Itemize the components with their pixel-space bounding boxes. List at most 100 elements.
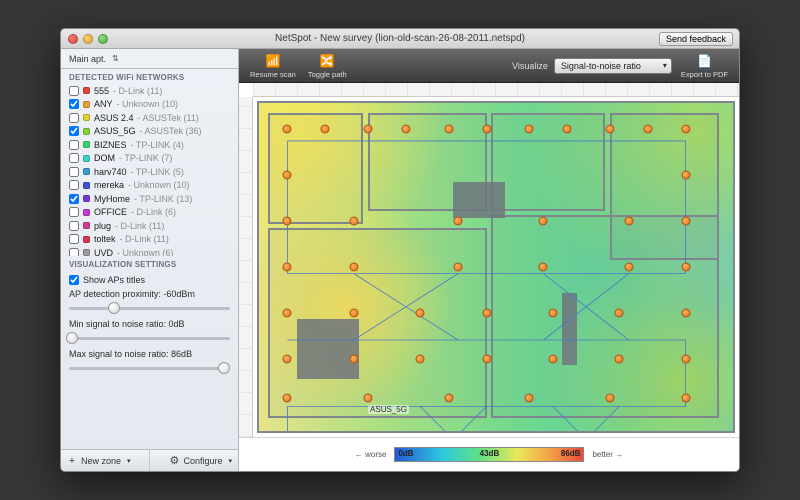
- survey-point[interactable]: [283, 354, 292, 363]
- survey-point[interactable]: [283, 125, 292, 134]
- network-ssid: UVD: [94, 247, 113, 257]
- network-vendor: - Unknown (10): [128, 179, 190, 192]
- survey-point[interactable]: [539, 217, 548, 226]
- survey-point[interactable]: [681, 354, 690, 363]
- survey-point[interactable]: [539, 263, 548, 272]
- survey-point[interactable]: [482, 354, 491, 363]
- visualize-select[interactable]: Signal-to-noise ratio: [554, 58, 672, 74]
- survey-point[interactable]: [283, 263, 292, 272]
- toggle-path-button[interactable]: 🔀 Toggle path: [305, 52, 350, 80]
- network-row[interactable]: 555 - D-Link (11): [61, 84, 238, 98]
- send-feedback-button[interactable]: Send feedback: [659, 32, 733, 46]
- survey-point[interactable]: [283, 394, 292, 403]
- survey-point[interactable]: [681, 394, 690, 403]
- max-snr-label: Max signal to noise ratio: 86dB: [69, 349, 230, 359]
- survey-point[interactable]: [624, 217, 633, 226]
- max-snr-slider[interactable]: [69, 361, 230, 375]
- survey-point[interactable]: [283, 308, 292, 317]
- show-aps-checkbox[interactable]: [69, 275, 79, 285]
- survey-point[interactable]: [454, 217, 463, 226]
- survey-point[interactable]: [624, 263, 633, 272]
- survey-point[interactable]: [349, 308, 358, 317]
- survey-point[interactable]: [283, 217, 292, 226]
- network-checkbox[interactable]: [69, 153, 79, 163]
- survey-point[interactable]: [349, 217, 358, 226]
- minimize-icon[interactable]: [83, 34, 93, 44]
- network-row[interactable]: ANY - Unknown (10): [61, 98, 238, 112]
- zoom-icon[interactable]: [98, 34, 108, 44]
- export-pdf-button[interactable]: 📄 Export to PDF: [678, 52, 731, 80]
- zone-selector[interactable]: Main apt. ⇅: [61, 49, 238, 69]
- network-row[interactable]: MyHome - TP-LINK (13): [61, 192, 238, 206]
- survey-point[interactable]: [349, 354, 358, 363]
- close-icon[interactable]: [68, 34, 78, 44]
- survey-point[interactable]: [548, 308, 557, 317]
- survey-point[interactable]: [548, 354, 557, 363]
- network-checkbox[interactable]: [69, 86, 79, 96]
- survey-point[interactable]: [525, 125, 534, 134]
- survey-point[interactable]: [349, 263, 358, 272]
- resume-scan-button[interactable]: 📶 Resume scan: [247, 52, 299, 80]
- proximity-label: AP detection proximity: -60dBm: [69, 289, 230, 299]
- survey-point[interactable]: [444, 125, 453, 134]
- survey-point[interactable]: [643, 125, 652, 134]
- survey-point[interactable]: [416, 354, 425, 363]
- network-checkbox[interactable]: [69, 99, 79, 109]
- survey-point[interactable]: [416, 308, 425, 317]
- network-color-swatch: [83, 168, 90, 175]
- survey-point[interactable]: [681, 171, 690, 180]
- network-color-swatch: [83, 155, 90, 162]
- network-checkbox[interactable]: [69, 207, 79, 217]
- survey-point[interactable]: [364, 394, 373, 403]
- survey-point[interactable]: [525, 394, 534, 403]
- main-panel: 📶 Resume scan 🔀 Toggle path Visualize Si…: [239, 49, 739, 471]
- survey-point[interactable]: [482, 125, 491, 134]
- network-checkbox[interactable]: [69, 113, 79, 123]
- network-checkbox[interactable]: [69, 140, 79, 150]
- proximity-slider[interactable]: [69, 301, 230, 315]
- network-row[interactable]: UVD - Unknown (6): [61, 246, 238, 256]
- heatmap-legend: ← worse 0dB 43dB 86dB better →: [239, 437, 739, 471]
- new-zone-button[interactable]: + New zone ▾: [61, 450, 150, 471]
- network-row[interactable]: toltek - D-Link (11): [61, 233, 238, 247]
- network-checkbox[interactable]: [69, 167, 79, 177]
- network-row[interactable]: ASUS 2.4 - ASUSTek (11): [61, 111, 238, 125]
- survey-point[interactable]: [401, 125, 410, 134]
- survey-point[interactable]: [444, 394, 453, 403]
- floorplan-canvas[interactable]: ASUS_5G: [253, 97, 739, 437]
- survey-point[interactable]: [454, 263, 463, 272]
- network-row[interactable]: BIZNES - TP-LINK (4): [61, 138, 238, 152]
- survey-point[interactable]: [681, 125, 690, 134]
- survey-point[interactable]: [681, 217, 690, 226]
- network-row[interactable]: harv740 - TP-LINK (5): [61, 165, 238, 179]
- network-row[interactable]: DOM - TP-LINK (7): [61, 152, 238, 166]
- network-checkbox[interactable]: [69, 221, 79, 231]
- visualization-settings: Show APs titles AP detection proximity: …: [61, 271, 238, 379]
- survey-point[interactable]: [615, 354, 624, 363]
- configure-button[interactable]: ⚙ Configure ▾: [150, 450, 238, 471]
- survey-point[interactable]: [605, 125, 614, 134]
- network-row[interactable]: mereka - Unknown (10): [61, 179, 238, 193]
- min-snr-slider[interactable]: [69, 331, 230, 345]
- network-row[interactable]: OFFICE - D-Link (6): [61, 206, 238, 220]
- pdf-icon: 📄: [695, 53, 713, 69]
- survey-points-layer: [259, 103, 733, 431]
- survey-point[interactable]: [283, 171, 292, 180]
- survey-point[interactable]: [615, 308, 624, 317]
- network-checkbox[interactable]: [69, 126, 79, 136]
- survey-point[interactable]: [321, 125, 330, 134]
- network-checkbox[interactable]: [69, 194, 79, 204]
- survey-point[interactable]: [605, 394, 614, 403]
- chevron-down-icon: ▾: [127, 457, 131, 465]
- survey-point[interactable]: [681, 263, 690, 272]
- network-checkbox[interactable]: [69, 234, 79, 244]
- network-row[interactable]: plug - D-Link (11): [61, 219, 238, 233]
- survey-point[interactable]: [681, 308, 690, 317]
- survey-point[interactable]: [563, 125, 572, 134]
- network-row[interactable]: ASUS_5G - ASUSTek (36): [61, 125, 238, 139]
- survey-point[interactable]: [482, 308, 491, 317]
- network-checkbox[interactable]: [69, 180, 79, 190]
- network-vendor: - D-Link (11): [120, 233, 169, 246]
- survey-point[interactable]: [364, 125, 373, 134]
- network-checkbox[interactable]: [69, 248, 79, 256]
